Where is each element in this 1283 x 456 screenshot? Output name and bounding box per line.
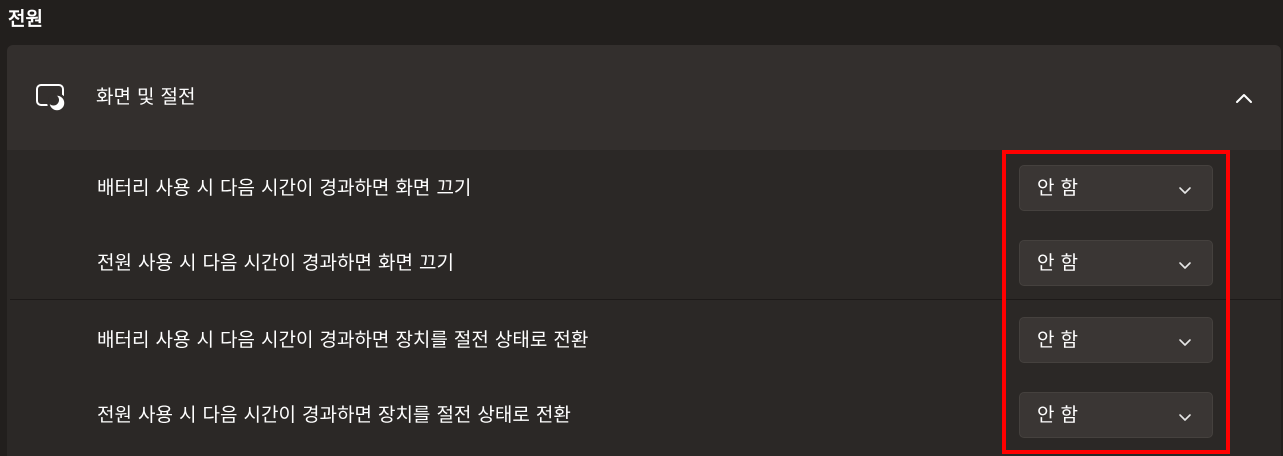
chevron-down-icon	[1178, 257, 1192, 271]
setting-label: 배터리 사용 시 다음 시간이 경과하면 장치를 절전 상태로 전환	[97, 328, 589, 351]
setting-row-battery-sleep: 배터리 사용 시 다음 시간이 경과하면 장치를 절전 상태로 전환 안 함	[7, 302, 1281, 377]
chevron-down-icon	[1178, 409, 1192, 423]
setting-label: 전원 사용 시 다음 시간이 경과하면 장치를 절전 상태로 전환	[97, 403, 571, 426]
section-title: 전원	[8, 8, 43, 30]
battery-sleep-dropdown[interactable]: 안 함	[1019, 316, 1213, 363]
settings-list: 배터리 사용 시 다음 시간이 경과하면 화면 끄기 안 함 전원 사용 시 다…	[7, 150, 1281, 456]
dropdown-value: 안 함	[1037, 176, 1078, 199]
plugged-sleep-dropdown[interactable]: 안 함	[1019, 391, 1213, 438]
dropdown-value: 안 함	[1037, 403, 1078, 426]
battery-screen-off-dropdown[interactable]: 안 함	[1019, 164, 1213, 211]
plugged-screen-off-dropdown[interactable]: 안 함	[1019, 239, 1213, 286]
screen-sleep-icon	[35, 83, 69, 113]
setting-row-plugged-sleep: 전원 사용 시 다음 시간이 경과하면 장치를 절전 상태로 전환 안 함	[7, 377, 1281, 452]
setting-row-battery-screen-off: 배터리 사용 시 다음 시간이 경과하면 화면 끄기 안 함	[7, 150, 1281, 225]
screen-and-sleep-header[interactable]: 화면 및 절전	[7, 45, 1281, 150]
setting-label: 전원 사용 시 다음 시간이 경과하면 화면 끄기	[97, 251, 454, 274]
chevron-down-icon	[1178, 334, 1192, 348]
chevron-up-icon[interactable]	[1229, 83, 1259, 113]
setting-label: 배터리 사용 시 다음 시간이 경과하면 화면 끄기	[97, 176, 472, 199]
setting-row-plugged-screen-off: 전원 사용 시 다음 시간이 경과하면 화면 끄기 안 함	[7, 225, 1281, 300]
group-label: 화면 및 절전	[96, 86, 196, 108]
power-settings-page: 전원 화면 및 절전 배터리 사용 시 다음 시간이 경과하면 화면 끄기 안 …	[0, 0, 1283, 456]
chevron-down-icon	[1178, 182, 1192, 196]
dropdown-value: 안 함	[1037, 328, 1078, 351]
dropdown-value: 안 함	[1037, 251, 1078, 274]
divider	[10, 299, 1281, 300]
